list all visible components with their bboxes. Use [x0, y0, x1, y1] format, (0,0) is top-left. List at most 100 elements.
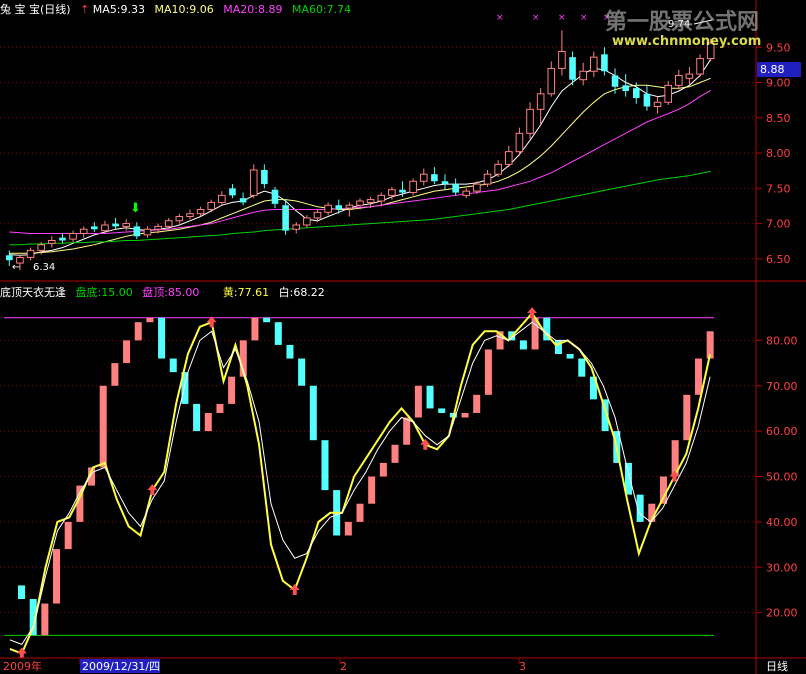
low-price-label: 6.34: [33, 262, 55, 273]
candle-body-down: [633, 88, 640, 99]
watermark-url: www.chnmoney.com: [612, 34, 762, 49]
price-y-tick-label: 7.50: [766, 182, 791, 195]
candle-body-up: [37, 244, 45, 251]
indicator-bar-up: [228, 376, 236, 404]
indicator-bar-down: [193, 403, 201, 432]
candle-body-down: [643, 93, 651, 107]
indicator-name: 底顶天衣无逢: [0, 286, 66, 299]
candle-body-up: [419, 173, 428, 182]
indicator-bar-down: [519, 340, 527, 350]
candle-body-up: [324, 204, 332, 213]
candle-body-up: [366, 199, 375, 203]
candle-body-up: [207, 201, 216, 210]
indicator-bar-down: [263, 317, 271, 323]
bottom-level-label: 盘底:15.00: [75, 286, 133, 299]
candle-body-down: [133, 226, 141, 237]
indicator-bar-up: [403, 417, 411, 445]
candle-body-up: [536, 93, 545, 110]
x-label-mar: 3: [519, 660, 526, 673]
candle-body-up: [462, 190, 471, 196]
stock-chart[interactable]: 6.50 7.00 7.50 8.00 8.50 9.00 9.50 20.00 30.00 4…: [0, 0, 806, 674]
candle-body-up: [653, 101, 662, 108]
price-y-tick-label: 6.50: [766, 253, 791, 266]
candle-body-up: [356, 200, 364, 206]
indicator-y-tick-label: 80.00: [766, 334, 798, 347]
candle-body-down: [271, 189, 279, 204]
candle-body-up: [494, 163, 502, 175]
price-y-tick-label: 9.00: [766, 77, 791, 90]
candle-body-up: [122, 223, 131, 227]
candle-body-up: [186, 213, 194, 218]
candle-body-down: [622, 85, 629, 91]
top-x-marker: ×: [496, 13, 504, 23]
watermark-title: 第一股票公式网: [605, 10, 760, 35]
indicator-bar-down: [18, 585, 26, 600]
candle-body-down: [441, 181, 449, 185]
white-line-label: 白:68.22: [278, 286, 325, 299]
candle-body-up: [249, 169, 258, 196]
candle-body-up: [101, 224, 109, 232]
candle-body-down: [112, 223, 119, 227]
candle-body-down: [59, 237, 66, 241]
up-arrow-icon: ⇡: [80, 3, 90, 16]
candle-body-up: [196, 208, 205, 215]
candle-body-down: [229, 188, 236, 196]
candle-body-up: [79, 228, 88, 234]
candle-body-down: [601, 54, 608, 72]
indicator-y-tick-label: 70.00: [766, 380, 798, 393]
indicator-bar-up: [379, 462, 387, 477]
candle-body-up: [409, 180, 417, 194]
x-label-2009: 2009年: [3, 659, 42, 673]
indicator-bar-up: [134, 322, 142, 341]
candle-body-up: [26, 249, 35, 258]
indicator-bar-up: [356, 503, 364, 522]
indicator-bar-up: [251, 317, 259, 341]
indicator-bar-up: [53, 549, 61, 604]
period-button[interactable]: 日线: [766, 659, 788, 673]
candle-body-down: [399, 189, 406, 193]
indicator-bar-down: [286, 344, 294, 359]
candle-body-up: [303, 217, 311, 226]
price-y-tick-label: 8.00: [766, 147, 791, 160]
candle-body-down: [91, 226, 98, 230]
indicator-bar-up: [41, 603, 49, 636]
indicator-bar-down: [274, 322, 282, 345]
candle-body-up: [164, 220, 173, 227]
candle-body-up: [218, 194, 226, 203]
indicator-bar-up: [123, 340, 131, 364]
indicator-bar-up: [344, 521, 352, 536]
candle-body-down: [261, 169, 268, 185]
candle-body-up: [558, 50, 566, 69]
candle-body-up: [175, 216, 184, 222]
indicator-panel-header: 底顶天衣无逢 盘底:15.00 盘顶:85.00 黄:77.61 白:68.22: [0, 284, 325, 300]
indicator-bar-down: [426, 385, 434, 409]
indicator-bar-down: [438, 408, 446, 413]
candle-body-up: [504, 151, 513, 165]
candle-body-down: [6, 255, 13, 261]
indicator-bar-up: [484, 349, 492, 395]
indicator-bar-down: [298, 358, 306, 386]
indicator-bar-down: [566, 353, 574, 359]
candle-body-down: [611, 75, 619, 87]
indicator-bar-up: [111, 363, 119, 386]
candle-body-up: [143, 228, 152, 236]
ma10-label: MA10:9.06: [154, 3, 214, 16]
top-x-marker: ×: [580, 13, 588, 23]
indicator-bar-up: [414, 385, 422, 418]
indicator-bar-up: [683, 394, 691, 441]
price-y-tick-label: 7.00: [766, 218, 791, 231]
indicator-bar-up: [473, 394, 481, 413]
candle-body-up: [685, 73, 694, 79]
candle-body-up: [515, 132, 524, 153]
price-panel-header: 兔 宝 宝(日线) ⇡ MA5:9.33 MA10:9.06 MA20:8.89…: [0, 1, 351, 17]
candle-body-up: [483, 173, 492, 185]
chart-background: [0, 0, 806, 674]
x-label-date-cursor[interactable]: 2009/12/31/四: [82, 660, 160, 673]
ma20-label: MA20:8.89: [223, 3, 283, 16]
candle-body-up: [526, 108, 534, 134]
indicator-bar-up: [146, 317, 154, 323]
candle-body-up: [388, 189, 396, 196]
indicator-y-tick-label: 60.00: [766, 425, 798, 438]
candle-body-down: [239, 198, 247, 203]
indicator-bar-up: [391, 444, 399, 463]
